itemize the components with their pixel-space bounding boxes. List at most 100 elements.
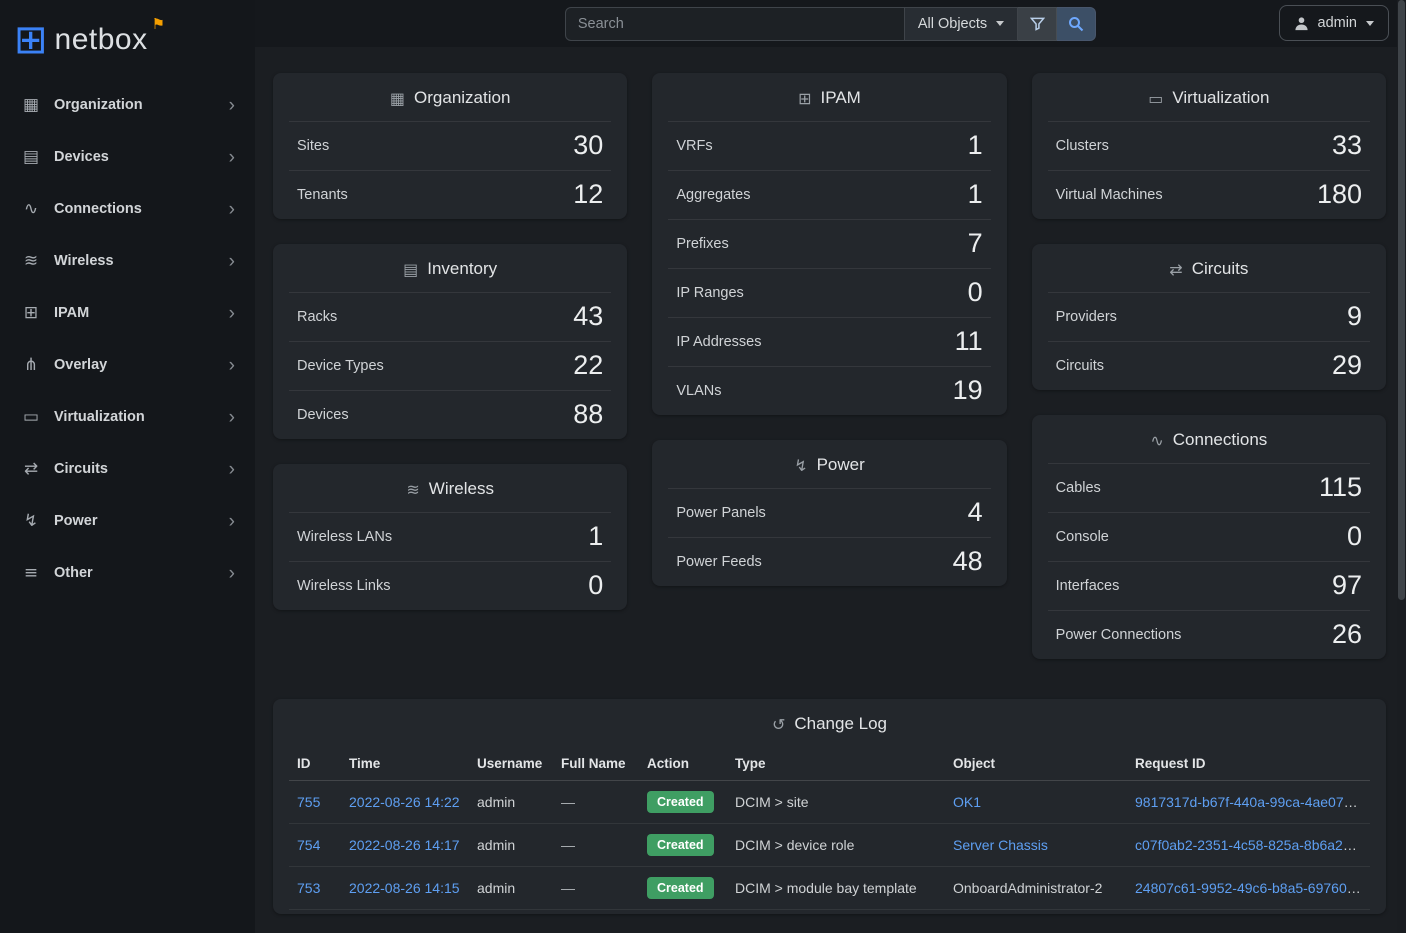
sidebar-item-connections[interactable]: ∿ Connections › bbox=[0, 183, 255, 235]
netbox-logo-text: netbox bbox=[55, 23, 148, 57]
stat-row: Virtual Machines 180 bbox=[1048, 170, 1370, 219]
change-type: DCIM > module bay template bbox=[735, 880, 917, 896]
stat-label: Device Types bbox=[297, 358, 384, 374]
column-header-time: Time bbox=[341, 747, 469, 781]
stat-row: VLANs 19 bbox=[668, 366, 990, 415]
sidebar-item-power[interactable]: ↯ Power › bbox=[0, 495, 255, 547]
stat-value-link[interactable]: 0 bbox=[588, 571, 603, 601]
sidebar-item-other[interactable]: ≡ Other › bbox=[0, 547, 255, 599]
sidebar-item-devices[interactable]: ▤ Devices › bbox=[0, 131, 255, 183]
circuits-icon: ⇄ bbox=[1169, 260, 1182, 279]
stat-value-link[interactable]: 180 bbox=[1317, 180, 1362, 210]
stat-value-link[interactable]: 26 bbox=[1332, 620, 1362, 650]
scrollbar-thumb[interactable] bbox=[1398, 0, 1405, 600]
stat-value-link[interactable]: 11 bbox=[955, 327, 983, 357]
change-type: DCIM > device role bbox=[735, 837, 854, 853]
change-time-link[interactable]: 2022-08-26 14:17 bbox=[349, 837, 460, 853]
request-id-link[interactable]: c07f0ab2-2351-4c58-825a-8b6a2425a1ab bbox=[1135, 837, 1370, 853]
card-header: ▤ Inventory bbox=[289, 244, 611, 292]
search-button[interactable] bbox=[1057, 7, 1096, 41]
circuits-icon: ⇄ bbox=[18, 459, 44, 479]
stat-label: Power Feeds bbox=[676, 554, 761, 570]
sidebar-item-overlay[interactable]: ⋔ Overlay › bbox=[0, 339, 255, 391]
stat-value-link[interactable]: 43 bbox=[573, 302, 603, 332]
filter-button[interactable] bbox=[1018, 7, 1057, 41]
stat-value-link[interactable]: 22 bbox=[573, 351, 603, 381]
change-username: admin bbox=[477, 880, 515, 896]
netbox-logo-icon: ⊞ bbox=[14, 20, 48, 60]
search-input[interactable] bbox=[565, 7, 905, 41]
card-header: ▦ Organization bbox=[289, 73, 611, 121]
change-time-link[interactable]: 2022-08-26 14:22 bbox=[349, 794, 460, 810]
sidebar-item-organization[interactable]: ▦ Organization › bbox=[0, 79, 255, 131]
stat-value-link[interactable]: 1 bbox=[968, 131, 983, 161]
change-time-link[interactable]: 2022-08-26 14:15 bbox=[349, 880, 460, 896]
sidebar-item-circuits[interactable]: ⇄ Circuits › bbox=[0, 443, 255, 495]
stat-value-link[interactable]: 30 bbox=[573, 131, 603, 161]
stat-label: Cables bbox=[1056, 480, 1101, 496]
card-title: Wireless bbox=[429, 479, 494, 499]
stat-row: Aggregates 1 bbox=[668, 170, 990, 219]
stat-row: Sites 30 bbox=[289, 121, 611, 170]
card-title: Circuits bbox=[1192, 259, 1249, 279]
chevron-right-icon: › bbox=[229, 148, 235, 167]
netbox-logo[interactable]: ⊞ netbox ⚑ bbox=[0, 0, 255, 79]
stat-row: Providers 9 bbox=[1048, 292, 1370, 341]
changelog-card: ↺ Change Log ID Time Username Full Name … bbox=[273, 699, 1386, 914]
card-title: Connections bbox=[1173, 430, 1268, 450]
change-username: admin bbox=[477, 837, 515, 853]
circuits-card: ⇄ Circuits Providers 9 Circuits 29 bbox=[1032, 244, 1386, 390]
stat-value-link[interactable]: 12 bbox=[573, 180, 603, 210]
stat-value-link[interactable]: 88 bbox=[573, 400, 603, 430]
stat-label: Clusters bbox=[1056, 138, 1109, 154]
request-id-link[interactable]: 24807c61-9952-49c6-b8a5-69760bfcc4b3 bbox=[1135, 880, 1370, 896]
organization-card: ▦ Organization Sites 30 Tenants 12 bbox=[273, 73, 627, 219]
virtualization-icon: ▭ bbox=[18, 407, 44, 427]
stat-value-link[interactable]: 1 bbox=[588, 522, 603, 552]
card-title: Change Log bbox=[794, 714, 887, 734]
sidebar-item-ipam[interactable]: ⊞ IPAM › bbox=[0, 287, 255, 339]
change-id-link[interactable]: 755 bbox=[297, 794, 320, 810]
request-id-link[interactable]: 9817317d-b67f-440a-99ca-4ae07ede94df bbox=[1135, 794, 1370, 810]
chevron-right-icon: › bbox=[229, 200, 235, 219]
object-type-dropdown[interactable]: All Objects bbox=[905, 7, 1018, 41]
stat-value-link[interactable]: 9 bbox=[1347, 302, 1362, 332]
stat-value-link[interactable]: 29 bbox=[1332, 351, 1362, 381]
stat-value-link[interactable]: 0 bbox=[1347, 522, 1362, 552]
user-menu-button[interactable]: admin bbox=[1279, 5, 1390, 41]
change-id-link[interactable]: 754 bbox=[297, 837, 320, 853]
table-header-row: ID Time Username Full Name Action Type O… bbox=[289, 747, 1370, 781]
inventory-card: ▤ Inventory Racks 43 Device Types 22 Dev… bbox=[273, 244, 627, 439]
action-badge: Created bbox=[647, 834, 714, 856]
sidebar-item-virtualization[interactable]: ▭ Virtualization › bbox=[0, 391, 255, 443]
stat-value-link[interactable]: 4 bbox=[968, 498, 983, 528]
user-label: admin bbox=[1318, 15, 1358, 31]
card-title: IPAM bbox=[821, 88, 861, 108]
stat-value-link[interactable]: 33 bbox=[1332, 131, 1362, 161]
page-scrollbar[interactable] bbox=[1397, 0, 1406, 933]
stat-value-link[interactable]: 97 bbox=[1332, 571, 1362, 601]
virtualization-card: ▭ Virtualization Clusters 33 Virtual Mac… bbox=[1032, 73, 1386, 219]
sidebar-item-wireless[interactable]: ≋ Wireless › bbox=[0, 235, 255, 287]
stat-value-link[interactable]: 1 bbox=[968, 180, 983, 210]
stat-value-link[interactable]: 0 bbox=[968, 278, 983, 308]
stat-value-link[interactable]: 19 bbox=[953, 376, 983, 406]
stat-value-link[interactable]: 7 bbox=[968, 229, 983, 259]
change-id-link[interactable]: 753 bbox=[297, 880, 320, 896]
change-type: DCIM > site bbox=[735, 794, 809, 810]
stat-value-link[interactable]: 48 bbox=[953, 547, 983, 577]
change-object-link[interactable]: Server Chassis bbox=[953, 837, 1048, 853]
stat-row: Wireless Links 0 bbox=[289, 561, 611, 610]
stat-label: Wireless LANs bbox=[297, 529, 392, 545]
stat-row: Interfaces 97 bbox=[1048, 561, 1370, 610]
stat-value-link[interactable]: 115 bbox=[1319, 473, 1362, 503]
chevron-right-icon: › bbox=[229, 96, 235, 115]
change-object-link[interactable]: OK1 bbox=[953, 794, 981, 810]
column-header-action: Action bbox=[639, 747, 727, 781]
chevron-right-icon: › bbox=[229, 564, 235, 583]
change-fullname: — bbox=[561, 837, 575, 853]
virtualization-icon: ▭ bbox=[1148, 89, 1163, 108]
flag-icon: ⚑ bbox=[152, 15, 165, 33]
wireless-icon: ≋ bbox=[18, 251, 44, 271]
stat-label: VLANs bbox=[676, 383, 721, 399]
